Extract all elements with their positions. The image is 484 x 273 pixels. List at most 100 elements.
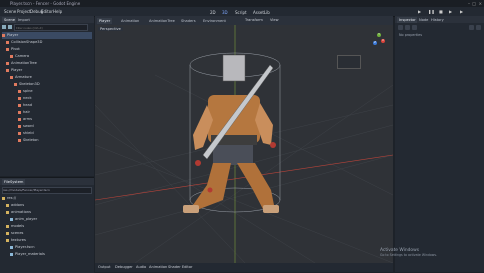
orientation-gizmo[interactable]: X Y Z (371, 33, 387, 49)
file-row-animations[interactable]: animations (6, 209, 31, 216)
history-back-icon[interactable] (469, 25, 474, 30)
bone-icon (18, 89, 21, 93)
save-resource-icon[interactable] (412, 25, 417, 30)
bone-handle-point[interactable] (270, 142, 276, 148)
file-row-scenes[interactable]: scenes (6, 230, 23, 237)
bone-icon (18, 110, 21, 114)
workspace-script[interactable]: Script (235, 9, 247, 16)
tree-node-bone[interactable]: spine (18, 88, 33, 95)
history-forward-icon[interactable] (476, 25, 481, 30)
menu-scene[interactable]: Scene (4, 9, 16, 14)
tab-shaders[interactable]: Shaders (179, 18, 198, 24)
play-scene-icon[interactable]: ▶ (449, 9, 452, 14)
bone-handle-point[interactable] (195, 160, 201, 166)
file-row-player-materials[interactable]: Player_materials (10, 251, 45, 258)
menu-help[interactable]: Help (53, 9, 62, 14)
stop-icon[interactable]: ■ (439, 9, 443, 14)
bone-icon (18, 117, 21, 121)
tab-animation-bottom[interactable]: Animation (149, 265, 167, 269)
filesystem-header: FileSystem (0, 178, 94, 185)
file-tree: res:// addons animations anim_player mod… (0, 195, 94, 273)
file-row-anim-player[interactable]: anim_player (10, 216, 37, 223)
tree-node-collision[interactable]: CollisionShape3D (6, 39, 42, 46)
tree-node-pivot[interactable]: Pivot (6, 46, 20, 53)
left-leg (193, 163, 231, 210)
new-resource-icon[interactable] (398, 25, 403, 30)
scene-dock-tabs: Scene Import (0, 16, 94, 23)
tab-inspector[interactable]: Inspector (397, 17, 418, 23)
minimize-icon[interactable]: – (468, 1, 470, 6)
3d-viewport[interactable]: Perspective X Y Z (95, 25, 393, 263)
pause-icon[interactable]: ❚❚ (428, 9, 435, 14)
scene-file-icon (10, 245, 13, 249)
tree-node-bone[interactable]: head (18, 102, 32, 109)
window-title: Player.tscn - Fencer - Godot Engine (10, 1, 81, 6)
node3d-icon (6, 68, 9, 72)
material-file-icon (10, 252, 13, 256)
editor-tabs: Player Animation AnimationTree Shaders E… (95, 16, 393, 25)
workspace-2d[interactable]: 2D (210, 9, 216, 16)
file-row-root[interactable]: res:// (2, 195, 16, 202)
gizmo-y-axis[interactable]: Y (377, 33, 381, 37)
file-row-addons[interactable]: addons (6, 202, 24, 209)
path-field[interactable]: res://models/Fencer/Player.tscn (2, 187, 92, 194)
file-row-textures[interactable]: textures (6, 237, 26, 244)
tab-debugger[interactable]: Debugger (115, 265, 133, 269)
folder-icon (6, 238, 9, 242)
gizmo-z-axis[interactable]: Z (373, 41, 377, 45)
workspace-assetlib[interactable]: AssetLib (253, 9, 270, 16)
open-resource-icon[interactable] (405, 25, 410, 30)
bottom-panel: Output Debugger Audio Animation Shader E… (95, 263, 393, 272)
filter-nodes-input[interactable] (14, 24, 88, 31)
tab-player[interactable]: Player (97, 18, 113, 24)
inspector-dock: Inspector Node History No properties (395, 16, 484, 272)
transform-menu[interactable]: Transform (245, 18, 263, 22)
workspace-3d[interactable]: 3D (222, 9, 228, 16)
activation-watermark: Activate Windows Go to Settings to activ… (380, 248, 480, 257)
tab-environment[interactable]: Environment (201, 18, 228, 24)
tab-animationtree[interactable]: AnimationTree (147, 18, 177, 24)
skeleton-icon (14, 82, 17, 86)
tree-node-animtree[interactable]: AnimationTree (6, 60, 37, 67)
tree-node-bone[interactable]: Skeleton (18, 137, 39, 144)
tree-node-bone[interactable]: shield (18, 130, 34, 137)
left-boot (183, 205, 199, 213)
tree-node-bone[interactable]: sword (18, 123, 34, 130)
file-row-models[interactable]: models (6, 223, 24, 230)
menu-project[interactable]: Project (17, 9, 31, 14)
play-icon[interactable]: ▶ (418, 9, 421, 14)
tree-node-camera[interactable]: Camera (10, 53, 29, 60)
tab-audio[interactable]: Audio (136, 265, 146, 269)
file-row-player-tscn[interactable]: Player.tscn (10, 244, 35, 251)
view-menu[interactable]: View (270, 18, 279, 22)
tree-node-bone[interactable]: hair (18, 109, 30, 116)
add-node-icon[interactable] (2, 25, 6, 29)
maximize-icon[interactable]: □ (472, 1, 476, 6)
tab-filesystem[interactable]: FileSystem (2, 179, 26, 185)
gizmo-x-axis[interactable]: X (381, 39, 385, 43)
play-custom-icon[interactable]: ▶ (460, 9, 463, 14)
tab-scene[interactable]: Scene (2, 17, 17, 23)
bone-handle-point[interactable] (207, 187, 213, 193)
tree-node-skeleton[interactable]: Skeleton3D (14, 81, 40, 88)
tree-node-bone[interactable]: neck (18, 95, 32, 102)
perspective-menu[interactable]: Perspective (98, 27, 123, 31)
folder-icon (6, 210, 9, 214)
tree-node-player2[interactable]: Player (6, 67, 22, 74)
tab-import[interactable]: Import (16, 17, 32, 23)
tab-animation[interactable]: Animation (119, 18, 142, 24)
scene-tree: Player CollisionShape3D Pivot Camera Ani… (0, 32, 94, 176)
tab-history[interactable]: History (429, 17, 446, 23)
tab-output[interactable]: Output (98, 265, 110, 269)
tab-shader-editor[interactable]: Shader Editor (168, 265, 193, 269)
tree-node-bone[interactable]: arms (18, 116, 32, 123)
bone-icon (18, 124, 21, 128)
menu-editor[interactable]: Editor (41, 9, 53, 14)
tree-node-armature[interactable]: Armature (10, 74, 32, 81)
right-boot (263, 205, 279, 213)
tree-node-player[interactable]: Player (2, 32, 92, 39)
link-icon[interactable] (8, 25, 12, 29)
close-icon[interactable]: × (479, 1, 482, 6)
bone-icon (18, 131, 21, 135)
armature-icon (10, 75, 13, 79)
